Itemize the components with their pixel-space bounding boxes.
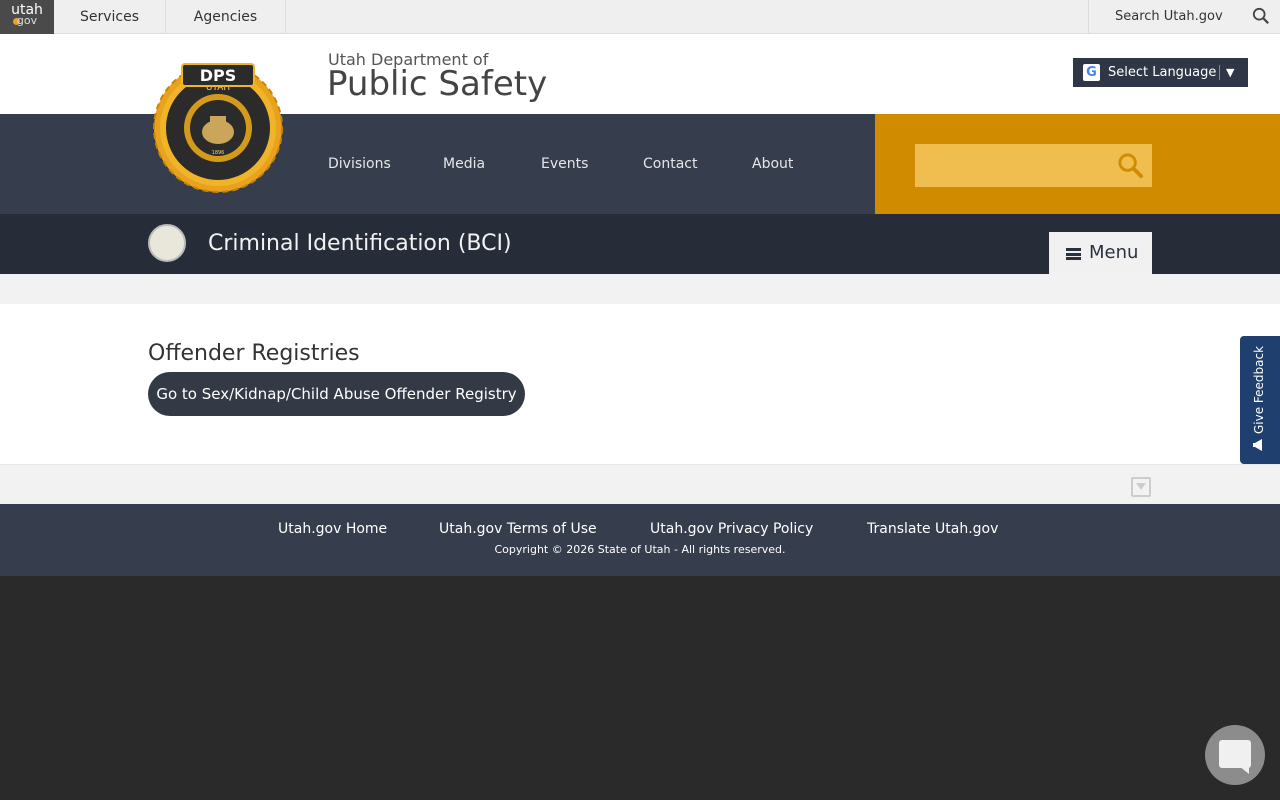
menu-button[interactable]: Menu <box>1049 232 1152 274</box>
language-selector[interactable]: G Select Language ▼ <box>1073 58 1248 87</box>
utah-gov-logo[interactable]: utah gov <box>0 0 54 34</box>
megaphone-icon <box>1253 439 1262 451</box>
footer-link-translate[interactable]: Translate Utah.gov <box>867 521 998 537</box>
hamburger-icon <box>1066 248 1081 260</box>
division-title[interactable]: Criminal Identification (BCI) <box>208 214 512 274</box>
nav-media[interactable]: Media <box>443 114 485 214</box>
search-label: Search Utah.gov <box>1115 9 1223 24</box>
services-menu[interactable]: Services <box>54 0 166 34</box>
bci-badge-icon <box>148 224 186 262</box>
menu-label: Menu <box>1089 242 1139 263</box>
google-icon: G <box>1083 64 1100 81</box>
seal-dps-text: DPS <box>200 66 237 85</box>
give-feedback-tab[interactable]: Give Feedback <box>1240 336 1280 464</box>
agencies-menu[interactable]: Agencies <box>166 0 286 34</box>
nav-events[interactable]: Events <box>541 114 588 214</box>
nav-contact[interactable]: Contact <box>643 114 697 214</box>
search-icon[interactable] <box>1252 7 1270 25</box>
main-content: Offender Registries Go to Sex/Kidnap/Chi… <box>0 304 1280 464</box>
dps-seal-logo[interactable]: UTAH 1896 DPS <box>150 50 286 196</box>
footer-link-home[interactable]: Utah.gov Home <box>278 521 387 537</box>
logo-gov-text: gov <box>16 14 38 27</box>
footer-link-privacy[interactable]: Utah.gov Privacy Policy <box>650 521 813 537</box>
department-title[interactable]: Public Safety <box>327 64 547 104</box>
collapse-icon[interactable] <box>1131 477 1151 497</box>
footer-link-terms[interactable]: Utah.gov Terms of Use <box>439 521 597 537</box>
site-footer: Utah.gov Home Utah.gov Terms of Use Utah… <box>0 504 1280 576</box>
search-icon[interactable] <box>1117 152 1144 179</box>
chat-button[interactable] <box>1205 725 1265 785</box>
nav-about[interactable]: About <box>752 114 793 214</box>
spacer-band <box>0 274 1280 304</box>
chat-icon <box>1219 740 1251 774</box>
utah-gov-global-bar: utah gov Services Agencies Search Utah.g… <box>0 0 1280 34</box>
copyright-text: Copyright © 2026 State of Utah - All rig… <box>494 543 786 556</box>
utah-gov-search[interactable]: Search Utah.gov <box>1088 0 1280 34</box>
page-heading: Offender Registries <box>148 341 360 366</box>
nav-divisions[interactable]: Divisions <box>328 114 391 214</box>
dropdown-arrow-icon: ▼ <box>1219 65 1234 80</box>
site-search-input[interactable] <box>915 144 1152 187</box>
division-bar: Criminal Identification (BCI) Menu <box>0 214 1280 274</box>
seal-year: 1896 <box>212 150 225 156</box>
site-search-area <box>875 114 1280 214</box>
footer-top-band <box>0 464 1280 504</box>
offender-registry-button[interactable]: Go to Sex/Kidnap/Child Abuse Offender Re… <box>148 372 525 416</box>
language-label: Select Language <box>1108 65 1217 80</box>
feedback-label: Give Feedback <box>1252 345 1266 435</box>
